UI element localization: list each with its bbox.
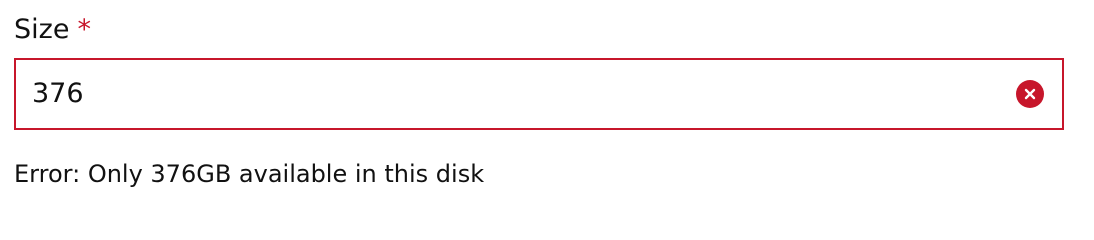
- size-field: Size *: [14, 10, 1064, 130]
- x-circle-icon: [1016, 80, 1044, 108]
- error-message: Error: Only 376GB available in this disk: [14, 157, 484, 191]
- required-asterisk: *: [77, 14, 91, 45]
- size-input[interactable]: [32, 60, 992, 128]
- size-input-container[interactable]: [14, 58, 1064, 130]
- error-prefix: Error:: [14, 160, 81, 188]
- error-text: Only 376GB available in this disk: [87, 160, 485, 188]
- size-label-row: Size *: [14, 10, 1064, 50]
- size-label: Size: [14, 14, 70, 45]
